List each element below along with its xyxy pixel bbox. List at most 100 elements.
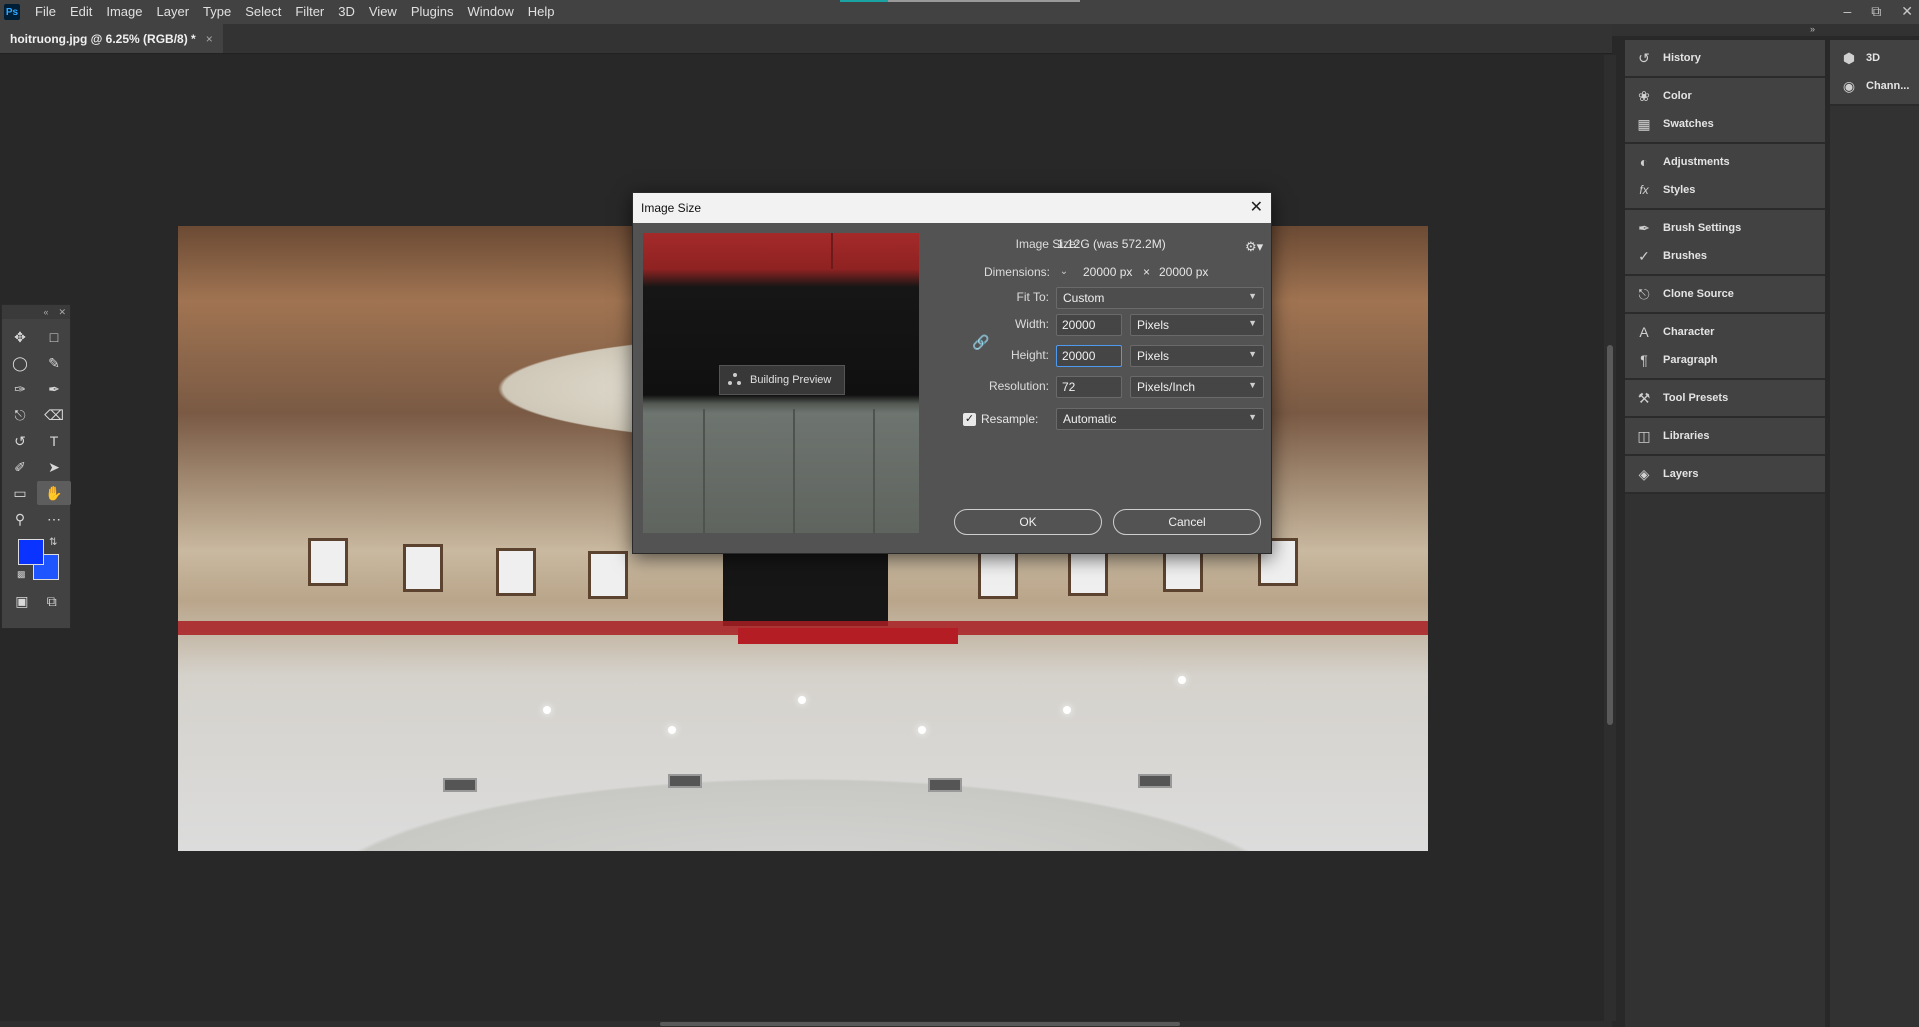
panel-3d[interactable]: ⬢ 3D [1830,44,1919,72]
move-tool-icon[interactable]: ✥ [3,325,37,349]
panel-layers[interactable]: ◈ Layers [1625,460,1825,488]
rectangle-shape-icon[interactable]: ▭ [3,481,37,505]
foreground-color-swatch[interactable] [18,539,44,565]
image-window [496,548,536,596]
panel-tool-presets[interactable]: ⚒ Tool Presets [1625,384,1825,412]
panel-character[interactable]: A Character [1625,318,1825,346]
resample-label: Resample: [981,412,1039,426]
settings-gear-icon[interactable]: ⚙▾ [1245,239,1263,255]
height-unit-value: Pixels [1137,349,1170,363]
clone-stamp-icon[interactable]: ⎋ [3,403,37,427]
panel-group-adjustments: ◐ Adjustments fx Styles [1625,144,1825,210]
spinner-icon [728,373,742,387]
pen-tool-icon[interactable]: ✐ [3,455,37,479]
dimensions-units-chevron-icon[interactable]: ⌄ [1057,265,1071,279]
panel-label: Character [1663,326,1715,338]
eyedropper-icon[interactable]: ✑ [3,377,37,401]
image-window [588,551,628,599]
horizontal-scrollbar-thumb[interactable] [660,1022,1180,1026]
eraser-icon[interactable]: ⌫ [37,403,71,427]
resolution-input[interactable]: 72 [1056,376,1122,398]
color-palette-icon: ❀ [1638,87,1650,104]
default-colors-icon[interactable]: ▩ [17,569,26,580]
menu-help[interactable]: Help [521,0,562,24]
chevron-down-icon: ▼ [1248,412,1257,422]
panel-group-history: ↺ History [1625,40,1825,78]
zoom-tool-icon[interactable]: ⚲ [3,507,37,531]
panel-paragraph[interactable]: ¶ Paragraph [1625,346,1825,374]
dimensions-label: Dimensions: [983,265,1050,279]
menu-select[interactable]: Select [238,0,288,24]
dialog-title-bar[interactable]: Image Size [633,193,1271,223]
panel-channels[interactable]: ◉ Chann... [1830,72,1919,100]
fit-to-dropdown[interactable]: Custom ▼ [1056,287,1264,309]
restore-icon[interactable]: ⧉ [1871,3,1881,20]
resolution-unit-value: Pixels/Inch [1137,380,1196,394]
minimize-icon[interactable]: – [1843,3,1851,19]
layers-icon: ◈ [1638,465,1650,482]
menu-image[interactable]: Image [99,0,149,24]
close-tools-icon[interactable]: ✕ [58,307,66,318]
panel-brushes[interactable]: ✓ Brushes [1625,242,1825,270]
panel-history[interactable]: ↺ History [1625,44,1825,72]
panel-brush-settings[interactable]: ✒ Brush Settings [1625,214,1825,242]
close-icon[interactable]: ✕ [1250,197,1263,217]
width-unit-dropdown[interactable]: Pixels ▼ [1130,314,1264,336]
menu-view[interactable]: View [362,0,404,24]
building-preview-indicator: Building Preview [719,365,845,395]
channels-icon: ◉ [1842,77,1856,94]
ok-button[interactable]: OK [954,509,1102,535]
horizontal-scrollbar[interactable] [0,1021,1612,1027]
panel-adjustments[interactable]: ◐ Adjustments [1625,148,1825,176]
quick-selection-icon[interactable]: ✎ [37,351,71,375]
panel-libraries[interactable]: ◫ Libraries [1625,422,1825,450]
hand-tool-icon[interactable]: ✋ [37,481,71,505]
brush-tool-icon[interactable]: ✒ [37,377,71,401]
fit-to-value: Custom [1063,291,1105,305]
photoshop-logo-icon[interactable]: Ps [4,4,20,20]
panel-group-layers: ◈ Layers [1625,456,1825,494]
panel-label: Brushes [1663,250,1708,262]
width-label: Width: [1014,317,1049,331]
cancel-button[interactable]: Cancel [1113,509,1261,535]
height-input[interactable]: 20000 [1056,345,1122,367]
menu-3d[interactable]: 3D [331,0,362,24]
tool-grid: ✥ □ ◯ ✎ ✑ ✒ ⎋ ⌫ ↺ T ✐ ➤ ▭ ✋ ⚲ ⋯ [2,319,71,531]
menu-type[interactable]: Type [196,0,238,24]
type-tool-icon[interactable]: T [37,429,71,453]
panel-styles[interactable]: fx Styles [1625,176,1825,204]
rectangular-marquee-icon[interactable]: □ [37,325,71,349]
more-tools-icon[interactable]: ⋯ [37,507,71,531]
menu-layer[interactable]: Layer [150,0,197,24]
menu-edit[interactable]: Edit [63,0,99,24]
lasso-tool-icon[interactable]: ◯ [3,351,37,375]
vertical-scrollbar-thumb[interactable] [1607,345,1613,725]
height-unit-dropdown[interactable]: Pixels ▼ [1130,345,1264,367]
panel-label: Adjustments [1663,156,1730,168]
image-preview[interactable]: Building Preview [643,233,919,533]
panel-collapse-bar[interactable]: » [1612,24,1919,36]
panel-clone-source[interactable]: ⎋ Clone Source [1625,280,1825,308]
menu-file[interactable]: File [28,0,63,24]
document-tab[interactable]: hoitruong.jpg @ 6.25% (RGB/8) * × [0,24,223,53]
menu-filter[interactable]: Filter [288,0,331,24]
image-size-value: 1.12G (was 572.2M) [1057,237,1166,251]
menu-plugins[interactable]: Plugins [404,0,461,24]
menu-window[interactable]: Window [460,0,520,24]
swap-colors-icon[interactable]: ⇅ [49,537,57,548]
path-selection-icon[interactable]: ➤ [37,455,71,479]
resample-checkbox[interactable]: ✓ [963,413,976,426]
resample-dropdown[interactable]: Automatic ▼ [1056,408,1264,430]
quick-mask-icon[interactable]: ▣ [15,589,28,613]
vertical-scrollbar[interactable] [1604,55,1616,1021]
history-brush-icon[interactable]: ↺ [3,429,37,453]
close-tab-icon[interactable]: × [206,32,213,46]
collapse-tools-icon[interactable]: « [43,307,48,317]
brushes-icon: ✓ [1638,247,1650,264]
screen-mode-icon[interactable]: ⧉ [47,589,57,613]
close-window-icon[interactable]: ✕ [1901,3,1913,20]
panel-color[interactable]: ❀ Color [1625,82,1825,110]
width-input[interactable]: 20000 [1056,314,1122,336]
panel-swatches[interactable]: ▦ Swatches [1625,110,1825,138]
resolution-unit-dropdown[interactable]: Pixels/Inch ▼ [1130,376,1264,398]
